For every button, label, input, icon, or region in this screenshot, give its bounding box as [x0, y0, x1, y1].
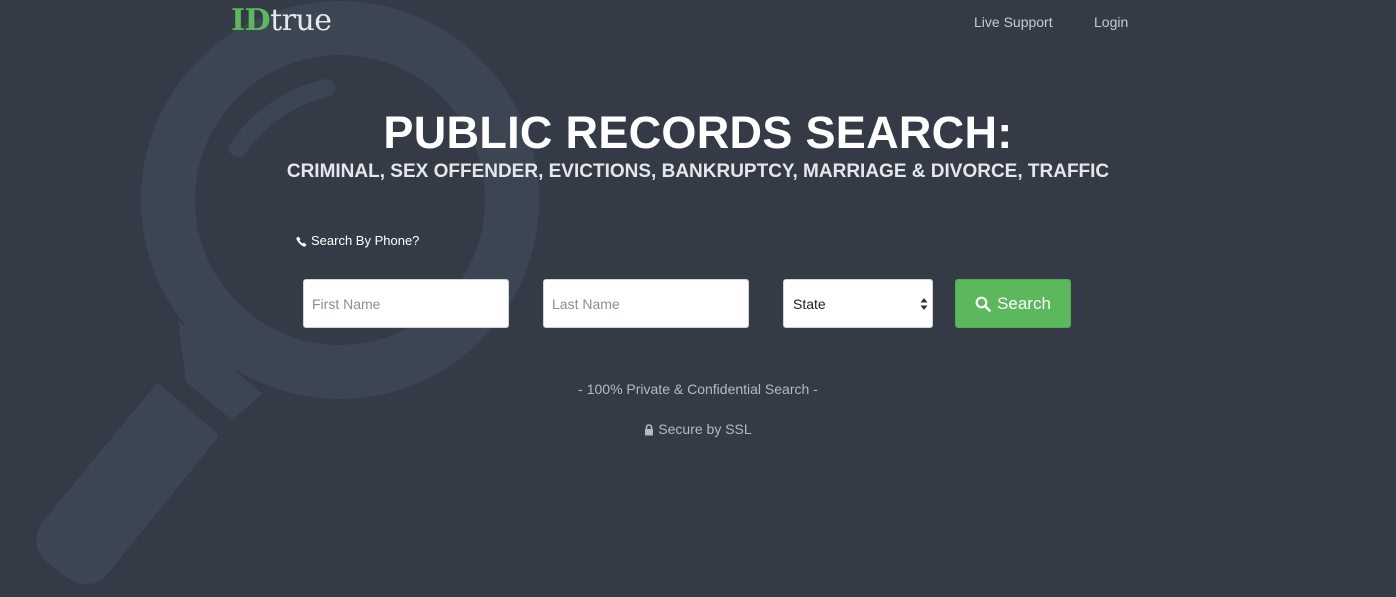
nav-live-support-link[interactable]: Live Support [974, 13, 1053, 31]
state-select-value: State [793, 296, 826, 312]
nav-login-link[interactable]: Login [1094, 13, 1128, 31]
select-arrows-icon [920, 298, 928, 310]
lock-icon [645, 423, 654, 435]
search-button-label: Search [997, 293, 1051, 313]
ssl-note-label: Secure by SSL [658, 421, 752, 437]
logo-rest-text: true [270, 3, 332, 38]
search-button[interactable]: Search [955, 279, 1071, 328]
phone-icon [296, 236, 307, 247]
page-title: PUBLIC RECORDS SEARCH: [383, 107, 1013, 158]
last-name-input[interactable] [543, 279, 749, 328]
logo-accent-text: ID [231, 3, 271, 38]
state-select[interactable]: State [783, 279, 933, 328]
search-by-phone-link[interactable]: Search By Phone? [296, 233, 419, 249]
first-name-input[interactable] [303, 279, 509, 328]
page-subtitle: CRIMINAL, SEX OFFENDER, EVICTIONS, BANKR… [286, 161, 1110, 182]
search-icon [975, 296, 991, 312]
brand-logo[interactable]: IDtrue [231, 2, 332, 40]
ssl-note: Secure by SSL [0, 421, 1396, 440]
privacy-note: - 100% Private & Confidential Search - [578, 381, 818, 397]
search-by-phone-label: Search By Phone? [311, 233, 420, 248]
landing-page: IDtrue Live Support Login PUBLIC RECORDS… [0, 0, 1396, 597]
